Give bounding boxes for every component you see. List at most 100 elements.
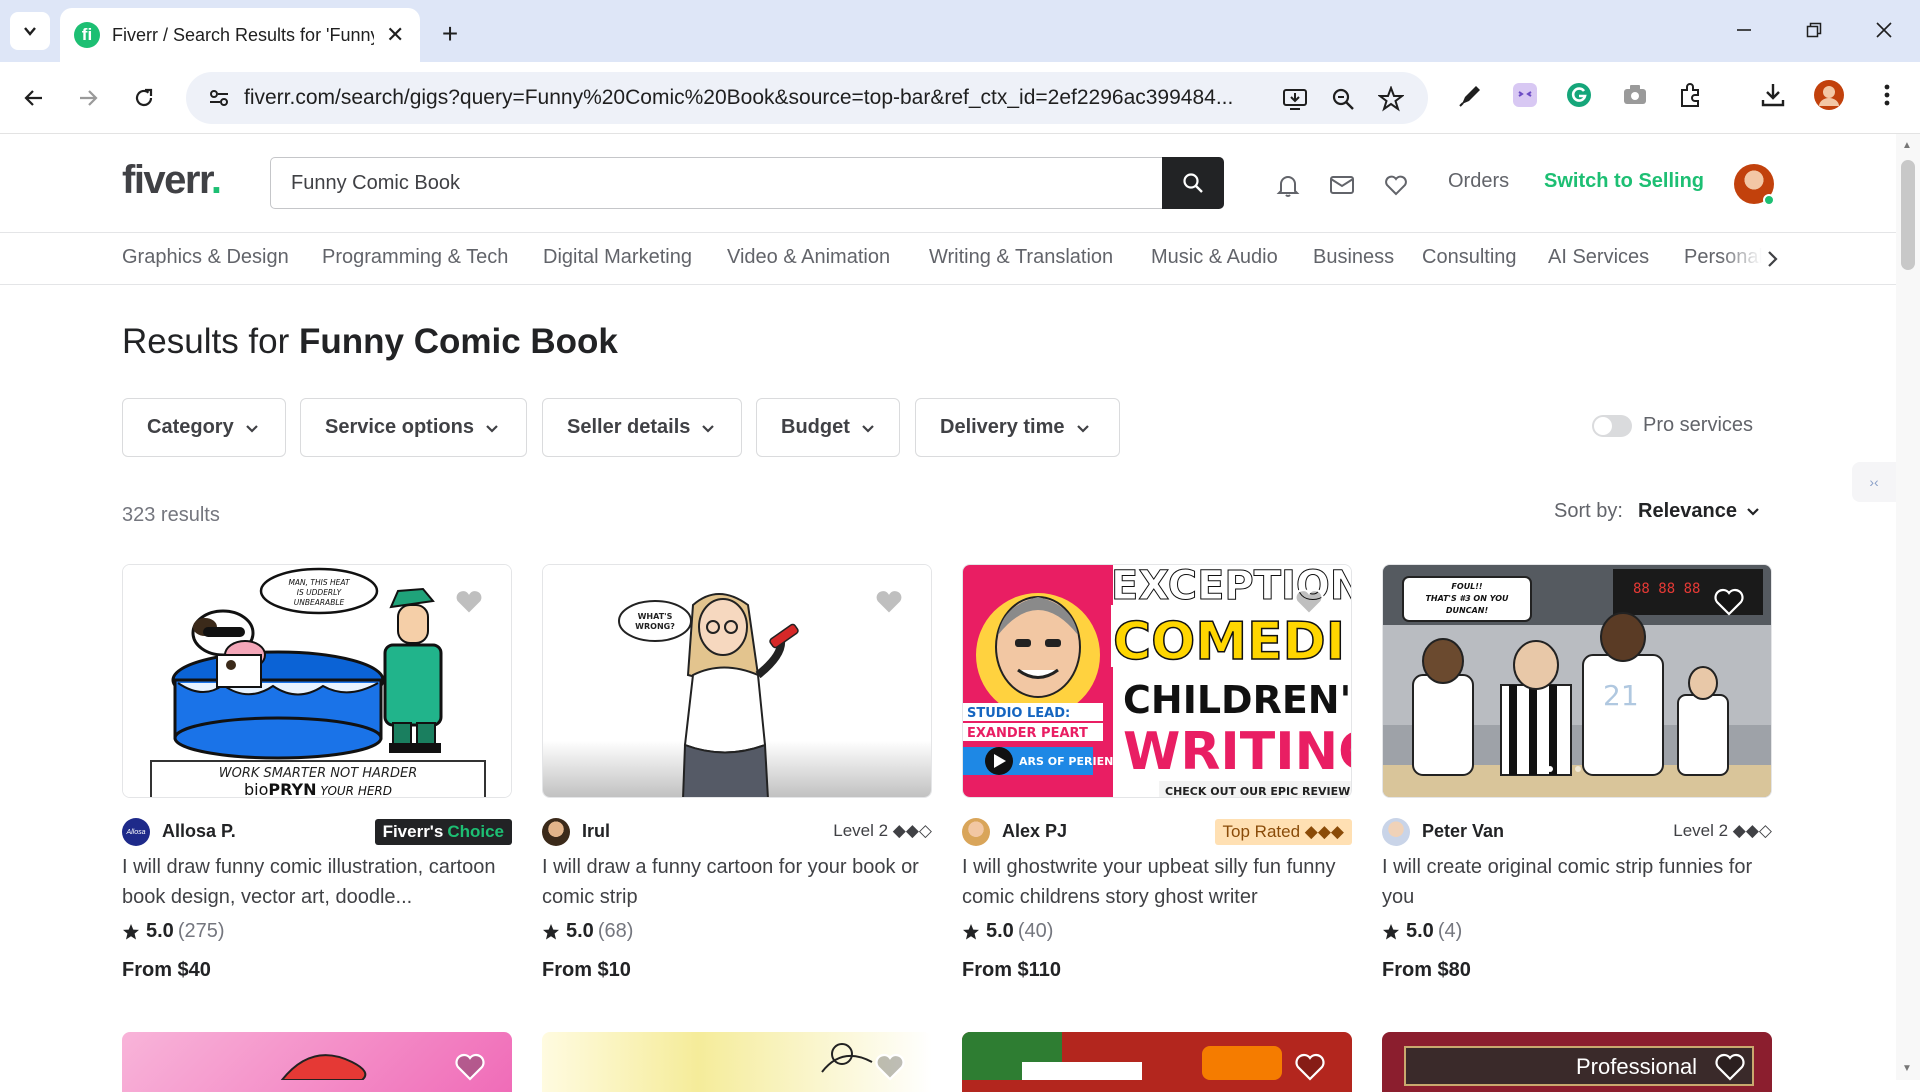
logo-text: fiverr (122, 158, 212, 202)
seller-avatar[interactable] (962, 818, 990, 846)
filter-category-button[interactable]: Category (122, 398, 286, 457)
gig-title-link[interactable]: I will create original comic strip funni… (1382, 852, 1772, 912)
seller-name[interactable]: Peter Van (1422, 821, 1504, 842)
category-ai-services[interactable]: AI Services (1548, 246, 1649, 269)
new-tab-button[interactable]: + (432, 16, 468, 52)
profile-avatar-icon[interactable] (1812, 78, 1846, 112)
gig-card[interactable]: WHAT'S WRONG? Irul Level 2 ◆◆◇ I will dr… (542, 564, 932, 984)
svg-text:FOUL!!: FOUL!! (1451, 582, 1483, 591)
save-heart-icon[interactable] (873, 587, 905, 617)
restore-button[interactable] (1784, 10, 1844, 50)
minimize-button[interactable] (1714, 10, 1774, 50)
install-app-icon[interactable] (1280, 84, 1310, 114)
gig-title-link[interactable]: I will draw a funny cartoon for your boo… (542, 852, 932, 912)
category-scroll-right-button[interactable] (1760, 245, 1784, 273)
url-text[interactable]: fiverr.com/search/gigs?query=Funny%20Com… (244, 86, 1264, 110)
gig-card-next[interactable] (542, 1032, 932, 1092)
gig-card[interactable]: 88 88 88 21 FOUL!! THAT'S #3 ON YOU DUNC… (1382, 564, 1772, 984)
gig-thumbnail[interactable]: WHAT'S WRONG? (542, 564, 932, 798)
gig-rating: 5.0 (275) (122, 920, 225, 943)
filter-seller-details-button[interactable]: Seller details (542, 398, 742, 457)
scrollbar-thumb[interactable] (1901, 160, 1915, 270)
category-digital-marketing[interactable]: Digital Marketing (543, 246, 692, 269)
category-consulting[interactable]: Consulting (1422, 246, 1517, 269)
site-info-icon[interactable] (194, 72, 244, 124)
tab-search-button[interactable] (10, 12, 50, 50)
zoom-icon[interactable] (1328, 84, 1358, 114)
orders-link[interactable]: Orders (1448, 170, 1509, 193)
close-icon (1876, 22, 1892, 38)
browser-tab-active[interactable]: fi Fiverr / Search Results for 'Funny Co… (60, 8, 420, 62)
gig-card[interactable]: MAN, THIS HEAT IS UDDERLY UNBEARABLE WOR… (122, 564, 512, 984)
sort-by-dropdown[interactable]: Relevance (1638, 500, 1737, 523)
save-heart-icon[interactable] (1713, 587, 1745, 617)
svg-text:DUNCAN!: DUNCAN! (1446, 606, 1489, 615)
chevron-down-icon (486, 424, 498, 433)
seller-name[interactable]: Allosa P. (162, 821, 236, 842)
gig-title-link[interactable]: I will ghostwrite your upbeat silly fun … (962, 852, 1352, 912)
thumb-line4: WRITING (1123, 722, 1352, 782)
forward-button[interactable] (66, 76, 110, 120)
search-button[interactable] (1162, 157, 1224, 209)
reload-button[interactable] (122, 76, 166, 120)
chevron-down-icon[interactable] (1745, 504, 1761, 520)
scroll-up-arrow[interactable]: ▲ (1902, 140, 1912, 151)
filter-budget-button[interactable]: Budget (756, 398, 900, 457)
gig-price: From $10 (542, 959, 631, 981)
save-heart-icon[interactable] (1714, 1052, 1746, 1082)
messages-button[interactable] (1327, 170, 1357, 200)
seller-avatar[interactable]: Allosa (122, 818, 150, 846)
gig-thumbnail[interactable]: 88 88 88 21 FOUL!! THAT'S #3 ON YOU DUNC… (1382, 564, 1772, 798)
save-heart-icon[interactable] (874, 1052, 906, 1082)
category-business[interactable]: Business (1313, 246, 1394, 269)
close-window-button[interactable] (1854, 10, 1914, 50)
category-music-audio[interactable]: Music & Audio (1151, 246, 1278, 269)
seller-avatar[interactable] (1382, 818, 1410, 846)
save-heart-icon[interactable] (1293, 587, 1325, 617)
pro-services-toggle[interactable] (1592, 415, 1632, 437)
page-scrollbar[interactable]: ▲ ▼ (1896, 134, 1920, 1080)
search-input[interactable] (271, 158, 1161, 208)
gig-card-next[interactable]: Professional (1382, 1032, 1772, 1092)
gig-thumbnail[interactable]: STUDIO LEAD: EXANDER PEART ARS OF PERIEN… (962, 564, 1352, 798)
svg-text:MAN, THIS HEAT: MAN, THIS HEAT (288, 578, 351, 587)
switch-to-selling-link[interactable]: Switch to Selling (1544, 170, 1704, 193)
notifications-button[interactable] (1273, 170, 1303, 200)
category-programming-tech[interactable]: Programming & Tech (322, 246, 508, 269)
fiverr-logo[interactable]: fiverr. (122, 158, 222, 203)
seller-name[interactable]: Alex PJ (1002, 821, 1067, 842)
extensions-puzzle-icon[interactable] (1674, 78, 1708, 112)
side-widget-button[interactable]: ›‹ (1852, 462, 1896, 502)
grammarly-icon[interactable] (1562, 78, 1596, 112)
bookmark-star-icon[interactable] (1376, 84, 1406, 114)
gig-card-next[interactable] (962, 1032, 1352, 1092)
category-writing-translation[interactable]: Writing & Translation (929, 246, 1113, 269)
save-heart-icon[interactable] (1294, 1052, 1326, 1082)
back-button[interactable] (12, 76, 56, 120)
star-icon (123, 923, 139, 939)
lists-button[interactable] (1381, 170, 1411, 200)
browser-menu-icon[interactable] (1870, 78, 1904, 112)
category-video-animation[interactable]: Video & Animation (727, 246, 890, 269)
ai-extension-icon[interactable] (1508, 78, 1542, 112)
pen-extension-icon[interactable] (1454, 78, 1488, 112)
seller-row: Peter Van Level 2 ◆◆◇ (1382, 816, 1772, 846)
seller-avatar[interactable] (542, 818, 570, 846)
save-heart-icon[interactable] (453, 587, 485, 617)
category-graphics-design[interactable]: Graphics & Design (122, 246, 289, 269)
rating-value: 5.0 (1406, 920, 1434, 942)
filter-delivery-time-button[interactable]: Delivery time (915, 398, 1120, 457)
downloads-icon[interactable] (1756, 78, 1790, 112)
address-bar[interactable]: fiverr.com/search/gigs?query=Funny%20Com… (186, 72, 1428, 124)
filter-service-options-button[interactable]: Service options (300, 398, 527, 457)
tab-close-icon[interactable]: ✕ (386, 22, 404, 48)
gig-card-next[interactable] (122, 1032, 512, 1092)
camera-extension-icon[interactable] (1618, 78, 1652, 112)
gig-title-link[interactable]: I will draw funny comic illustration, ca… (122, 852, 512, 912)
gig-card[interactable]: STUDIO LEAD: EXANDER PEART ARS OF PERIEN… (962, 564, 1352, 984)
rating-value: 5.0 (566, 920, 594, 942)
scroll-down-arrow[interactable]: ▼ (1902, 1063, 1912, 1074)
save-heart-icon[interactable] (454, 1052, 486, 1082)
seller-name[interactable]: Irul (582, 821, 610, 842)
gig-thumbnail[interactable]: MAN, THIS HEAT IS UDDERLY UNBEARABLE WOR… (122, 564, 512, 798)
